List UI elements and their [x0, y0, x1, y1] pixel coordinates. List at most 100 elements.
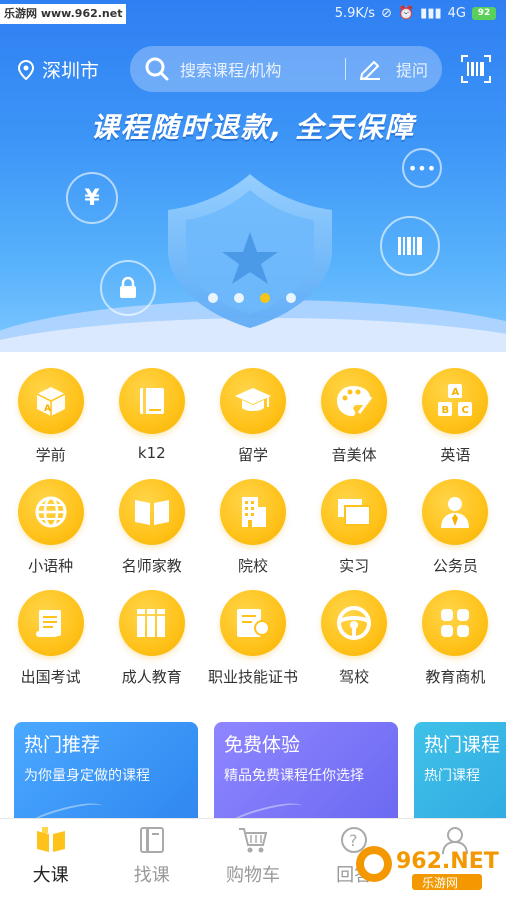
battery-icon: 92 — [472, 7, 496, 20]
svg-text:962.NET: 962.NET — [396, 849, 499, 874]
signal-icon: ▮▮▮ — [420, 6, 442, 21]
promo-carousel: 热门推荐 为你量身定做的课程 免费体验 精品免费课程任你选择 热门课程 热门课程 — [14, 722, 506, 818]
search-input[interactable]: 搜索课程/机构 提问 — [130, 46, 442, 92]
category-vocational-certificate[interactable]: 职业技能证书 — [202, 590, 303, 701]
nav-item-find-course[interactable]: 找课 — [101, 819, 202, 900]
promo-decoration — [23, 797, 105, 818]
promo-title: 热门推荐 — [24, 734, 101, 756]
cube-a-icon: A — [36, 387, 65, 416]
carousel-dot[interactable] — [208, 293, 218, 303]
book-icon — [139, 388, 164, 414]
location-label: 深圳市 — [42, 60, 100, 82]
category-colleges[interactable]: 院校 — [202, 479, 303, 590]
windows-icon — [338, 499, 372, 526]
category-civil-servant[interactable]: 公务员 — [405, 479, 506, 590]
promo-subtitle: 为你量身定做的课程 — [24, 768, 150, 784]
category-label: 成人教育 — [121, 668, 182, 686]
palette-icon — [337, 386, 373, 416]
promo-title: 免费体验 — [224, 734, 301, 756]
category-k12[interactable]: k12 — [101, 368, 202, 479]
category-label: 名师家教 — [121, 557, 182, 575]
barcode-icon — [380, 216, 440, 276]
promo-subtitle: 精品免费课程任你选择 — [224, 768, 364, 784]
grid-icon — [441, 609, 470, 637]
svg-text:C: C — [462, 405, 469, 416]
nav-item-cart[interactable]: 购物车 — [202, 819, 303, 900]
category-study-abroad[interactable]: 留学 — [202, 368, 303, 479]
carousel-indicator — [208, 293, 296, 303]
category-label: 驾校 — [339, 668, 370, 686]
svg-text:乐游网: 乐游网 — [422, 876, 458, 890]
category-internship[interactable]: 实习 — [304, 479, 405, 590]
ask-button[interactable]: 提问 — [358, 57, 428, 81]
chat-icon: ••• — [402, 148, 442, 188]
category-label: 音美体 — [331, 446, 377, 464]
certificate-icon — [236, 609, 270, 637]
location-pin-icon — [18, 59, 34, 80]
carousel-dot[interactable] — [286, 293, 296, 303]
person-tie-icon — [441, 497, 470, 528]
scroll-icon — [35, 610, 61, 637]
category-grid: A 学前 k12 留学 音美体 ABC 英语 小语种 名师家教 院校 实习 公务… — [0, 368, 506, 701]
category-tutors[interactable]: 名师家教 — [101, 479, 202, 590]
graduation-cap-icon — [234, 388, 271, 411]
nav-label: 购物车 — [225, 865, 280, 886]
category-overseas-exams[interactable]: 出国考试 — [0, 590, 101, 701]
scan-icon — [461, 55, 491, 83]
category-label: 留学 — [237, 446, 268, 464]
category-label: 出国考试 — [20, 668, 81, 686]
abc-blocks-icon: AB C — [438, 384, 473, 416]
svg-text:A: A — [44, 404, 51, 414]
status-bar: 乐游网 www.962.net 5.9K/s ⊘ ⏰ ▮▮▮ 4G 92 — [0, 0, 506, 30]
category-label: 实习 — [339, 557, 370, 575]
carousel-dot[interactable] — [234, 293, 244, 303]
nav-label: 大课 — [32, 865, 69, 886]
books-nav-icon — [36, 827, 65, 852]
category-arts-sports[interactable]: 音美体 — [304, 368, 405, 479]
category-label: 公务员 — [432, 557, 478, 575]
promo-card-free-trial[interactable]: 免费体验 精品免费课程任你选择 — [214, 722, 398, 818]
category-driving-school[interactable]: 驾校 — [304, 590, 405, 701]
site-watermark: 962.NET 乐游网 — [352, 838, 502, 894]
books-icon — [136, 609, 165, 637]
hero-banner[interactable]: ¥ ••• 乐游网 www.962.net 5.9K/s ⊘ ⏰ ▮▮▮ 4G … — [0, 0, 506, 352]
nav-label: 找课 — [133, 865, 170, 886]
carousel-dot-active[interactable] — [260, 293, 270, 303]
banner-slogan: 课程随时退款, 全天保障 — [90, 111, 416, 144]
location-selector[interactable]: 深圳市 — [18, 56, 99, 83]
ask-label: 提问 — [395, 61, 428, 80]
category-label: 院校 — [237, 557, 268, 575]
category-minor-languages[interactable]: 小语种 — [0, 479, 101, 590]
cart-icon — [238, 828, 268, 853]
search-divider — [344, 58, 346, 80]
lock-icon — [100, 260, 156, 316]
nav-item-dake[interactable]: 大课 — [0, 819, 101, 900]
svg-text:B: B — [442, 405, 450, 416]
yen-icon: ¥ — [66, 172, 118, 224]
open-book-icon — [134, 500, 169, 525]
promo-decoration — [223, 797, 305, 818]
header-row: 深圳市 搜索课程/机构 提问 — [0, 44, 506, 94]
category-english[interactable]: AB C 英语 — [405, 368, 506, 479]
promo-card-hot-courses[interactable]: 热门课程 热门课程 — [414, 722, 506, 818]
globe-icon — [35, 496, 67, 528]
scan-button[interactable] — [460, 54, 492, 88]
mute-icon: ⊘ — [381, 6, 392, 21]
category-adult-education[interactable]: 成人教育 — [101, 590, 202, 701]
category-preschool[interactable]: A 学前 — [0, 368, 101, 479]
category-label: k12 — [137, 444, 166, 462]
watermark-logo: 962.NET 乐游网 — [356, 846, 499, 890]
network-type: 4G — [447, 6, 466, 21]
search-placeholder: 搜索课程/机构 — [180, 61, 282, 80]
promo-subtitle: 热门课程 — [424, 768, 480, 784]
svg-text:A: A — [452, 387, 460, 398]
pencil-icon — [359, 60, 380, 80]
promo-card-hot-recommend[interactable]: 热门推荐 为你量身定做的课程 — [14, 722, 198, 818]
site-badge: 乐游网 www.962.net — [0, 4, 127, 24]
network-speed: 5.9K/s — [334, 6, 376, 21]
alarm-icon: ⏰ — [397, 6, 415, 21]
shield-icon — [168, 174, 332, 328]
category-label: 职业技能证书 — [207, 668, 298, 686]
search-icon — [145, 57, 169, 81]
category-business[interactable]: 教育商机 — [405, 590, 506, 701]
